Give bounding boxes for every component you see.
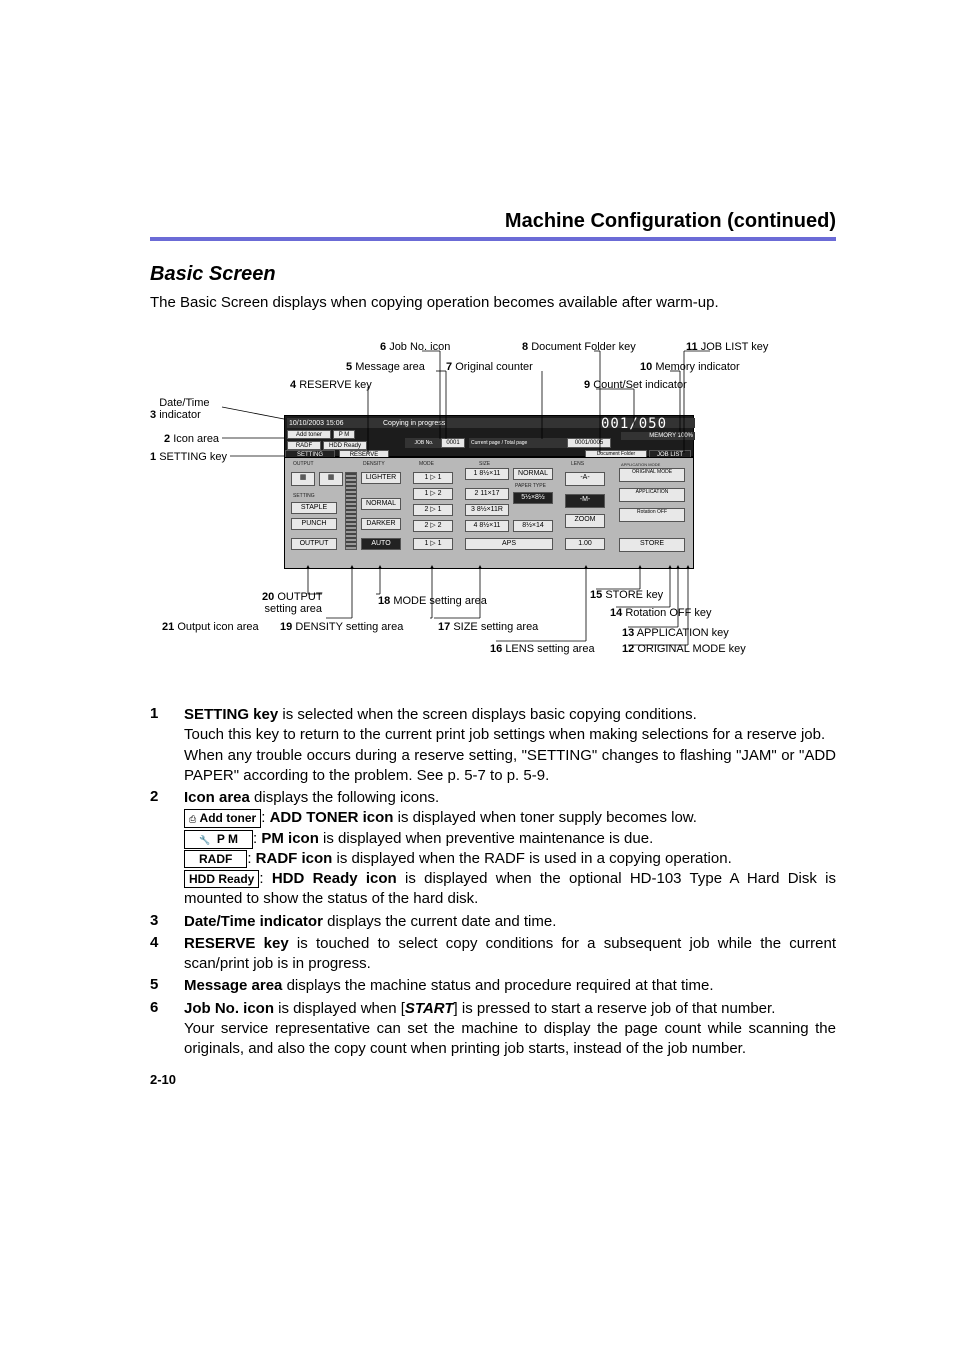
- basic-screen-figure: 6 Job No. icon 8 Document Folder key 11 …: [150, 335, 836, 675]
- section-title: Basic Screen: [150, 263, 836, 286]
- add-toner-icon: ⎙ Add toner: [184, 809, 261, 828]
- page-header: Machine Configuration (continued): [150, 210, 836, 233]
- def-4: 4 RESERVE key is touched to select copy …: [150, 934, 836, 975]
- hdd-ready-icon: HDD Ready: [184, 870, 259, 888]
- def-6: 6 Job No. icon is displayed when [START]…: [150, 999, 836, 1060]
- def-5: 5 Message area displays the machine stat…: [150, 976, 836, 996]
- pm-icon: 🔧 P M: [184, 830, 253, 849]
- radf-icon: RADF: [184, 850, 247, 868]
- def-3: 3 Date/Time indicator displays the curre…: [150, 912, 836, 932]
- def-1: 1 SETTING key is selected when the scree…: [150, 705, 836, 786]
- page-number: 2-10: [150, 1072, 176, 1087]
- section-intro: The Basic Screen displays when copying o…: [150, 294, 836, 311]
- def-2: 2 Icon area displays the following icons…: [150, 788, 836, 910]
- definitions-list: 1 SETTING key is selected when the scree…: [150, 705, 836, 1059]
